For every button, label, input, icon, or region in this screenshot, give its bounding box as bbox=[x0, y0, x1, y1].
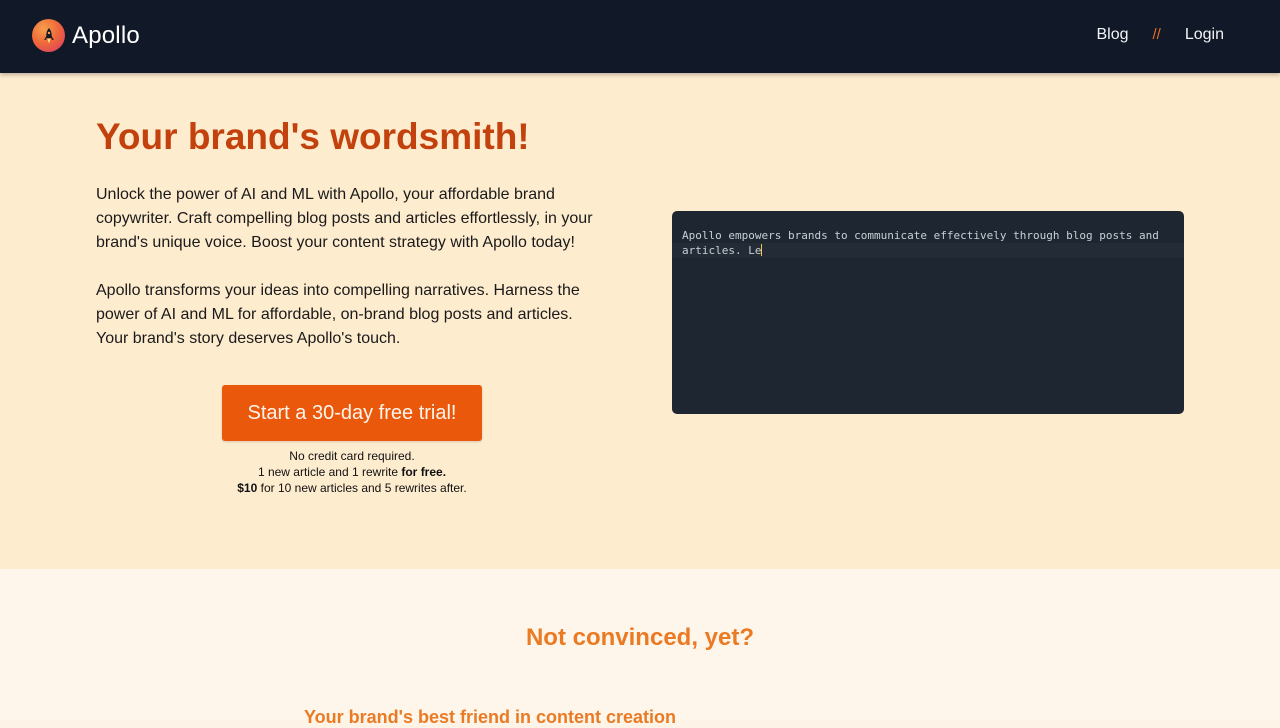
brand-home-link[interactable]: Apollo bbox=[32, 19, 140, 52]
typing-demo-content: Apollo empowers brands to communicate ef… bbox=[682, 229, 1166, 257]
nav-links: Blog // Login bbox=[1096, 24, 1224, 46]
start-trial-button[interactable]: Start a 30-day free trial! bbox=[222, 385, 482, 441]
hero-paragraph-1: Unlock the power of AI and ML with Apoll… bbox=[96, 186, 593, 251]
pricing-note-price: $10 bbox=[237, 481, 258, 495]
rocket-icon bbox=[32, 19, 65, 52]
pricing-note-paid-text: for 10 new articles and 5 rewrites after… bbox=[260, 481, 467, 495]
pricing-note-free: 1 new article and 1 rewrite for free. bbox=[192, 464, 512, 480]
typing-demo-editor: Apollo empowers brands to communicate ef… bbox=[672, 211, 1184, 414]
hero-section: Your brand's wordsmith! Unlock the power… bbox=[0, 73, 1280, 569]
pricing-note-paid: $10 for 10 new articles and 5 rewrites a… bbox=[192, 480, 512, 496]
nav-link-blog[interactable]: Blog bbox=[1096, 24, 1128, 46]
hero-paragraph-2: Apollo transforms your ideas into compel… bbox=[96, 282, 580, 347]
pricing-note-free-text: 1 new article and 1 rewrite bbox=[257, 465, 399, 479]
pricing-note-no-card: No credit card required. bbox=[289, 449, 415, 463]
section-title: Not convinced, yet? bbox=[525, 624, 755, 651]
text-caret bbox=[761, 244, 763, 256]
typing-demo-text: Apollo empowers brands to communicate ef… bbox=[682, 228, 1172, 258]
top-navbar: Apollo Blog // Login bbox=[0, 0, 1280, 73]
section-subtitle: Your brand's best friend in content crea… bbox=[304, 707, 676, 727]
nav-separator: // bbox=[1152, 26, 1161, 43]
pricing-note-free-bold: for free. bbox=[401, 465, 447, 479]
nav-link-login[interactable]: Login bbox=[1185, 24, 1224, 46]
hero-title: Your brand's wordsmith! bbox=[96, 116, 530, 157]
not-convinced-section: Not convinced, yet? Your brand's best fr… bbox=[0, 569, 1280, 727]
brand-name: Apollo bbox=[72, 22, 140, 49]
pricing-notes: No credit card required. 1 new article a… bbox=[192, 448, 512, 496]
